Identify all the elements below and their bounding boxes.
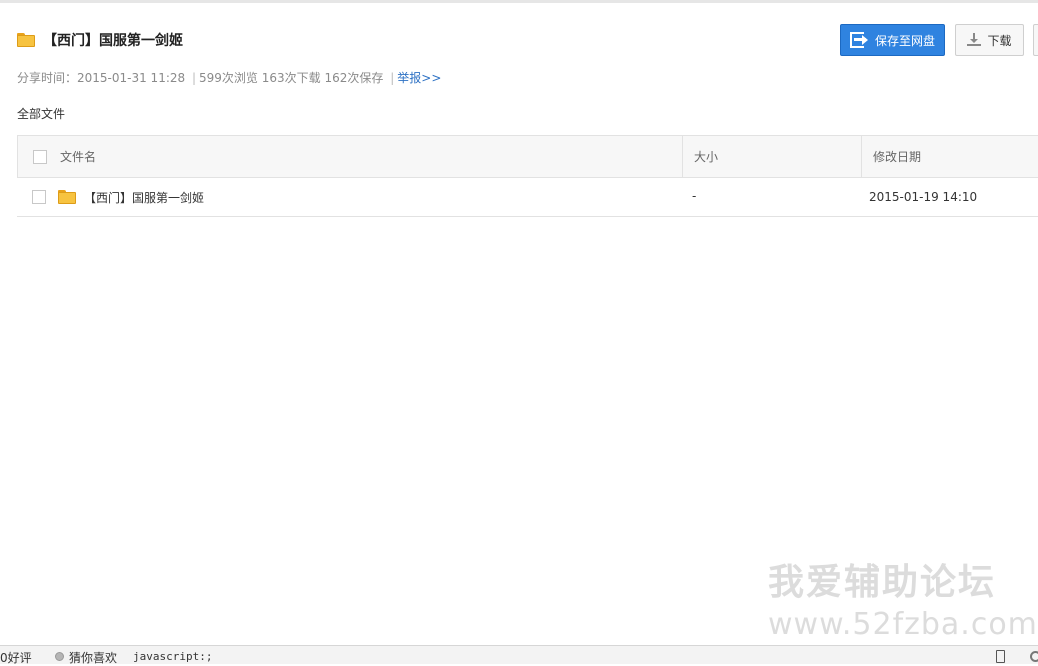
save-button-label: 保存至网盘 [874, 33, 935, 48]
folder-icon [58, 190, 76, 204]
guess-you-like[interactable]: 猜你喜欢 [69, 649, 117, 666]
meta-separator: | [390, 71, 395, 85]
save-count: 162次保存 [324, 71, 384, 85]
status-url: javascript:; [133, 650, 213, 663]
column-header-size[interactable]: 大小 [683, 136, 862, 177]
top-border [0, 0, 1038, 3]
share-meta: 分享时间：2015-01-31 11:28 | 599次浏览 163次下载 162… [17, 69, 441, 86]
view-count: 599次浏览 [199, 71, 258, 85]
table-row[interactable]: 【西门】国服第一剑姬 - 2015-01-19 14:10 [17, 178, 1038, 217]
download-button[interactable]: 下载 [955, 24, 1024, 56]
share-title-row: 【西门】国服第一剑姬 [17, 30, 183, 50]
column-modified-label: 修改日期 [873, 150, 922, 164]
column-size-label: 大小 [694, 150, 719, 164]
download-icon [967, 33, 982, 47]
folder-icon [17, 33, 35, 47]
file-table: 文件名 大小 修改日期 【西门】国服第一剑姬 - 2015-01-19 14:1… [17, 135, 1038, 217]
more-button[interactable] [1033, 24, 1038, 56]
file-name[interactable]: 【西门】国服第一剑姬 [84, 189, 204, 206]
breadcrumb[interactable]: 全部文件 [17, 105, 65, 122]
browser-status-bar: 0好评 猜你喜欢 javascript:; [0, 645, 1038, 666]
refresh-icon[interactable] [1030, 651, 1038, 662]
column-header-name[interactable]: 文件名 [18, 136, 683, 177]
table-header: 文件名 大小 修改日期 [17, 135, 1038, 178]
report-link[interactable]: 举报>> [397, 71, 441, 85]
download-button-label: 下载 [987, 33, 1012, 48]
page-title: 【西门】国服第一剑姬 [43, 33, 183, 49]
select-all-checkbox[interactable] [33, 150, 47, 164]
save-icon [849, 32, 868, 48]
file-modified: 2015-01-19 14:10 [869, 190, 978, 204]
phone-icon[interactable] [996, 650, 1005, 663]
column-header-modified[interactable]: 修改日期 [862, 136, 1038, 177]
watermark-text: 我爱辅助论坛 [768, 562, 997, 603]
watermark-url: www.52fzba.com [768, 607, 1038, 642]
file-size: - [692, 189, 697, 203]
share-time: 分享时间：2015-01-31 11:28 [17, 71, 186, 85]
meta-separator: | [191, 71, 197, 85]
guess-dot-icon [55, 652, 64, 661]
row-checkbox[interactable] [32, 190, 46, 204]
column-name-label: 文件名 [60, 150, 97, 164]
download-count: 163次下载 [261, 71, 321, 85]
good-rating[interactable]: 0好评 [0, 649, 32, 666]
save-to-netdisk-button[interactable]: 保存至网盘 [840, 24, 945, 56]
